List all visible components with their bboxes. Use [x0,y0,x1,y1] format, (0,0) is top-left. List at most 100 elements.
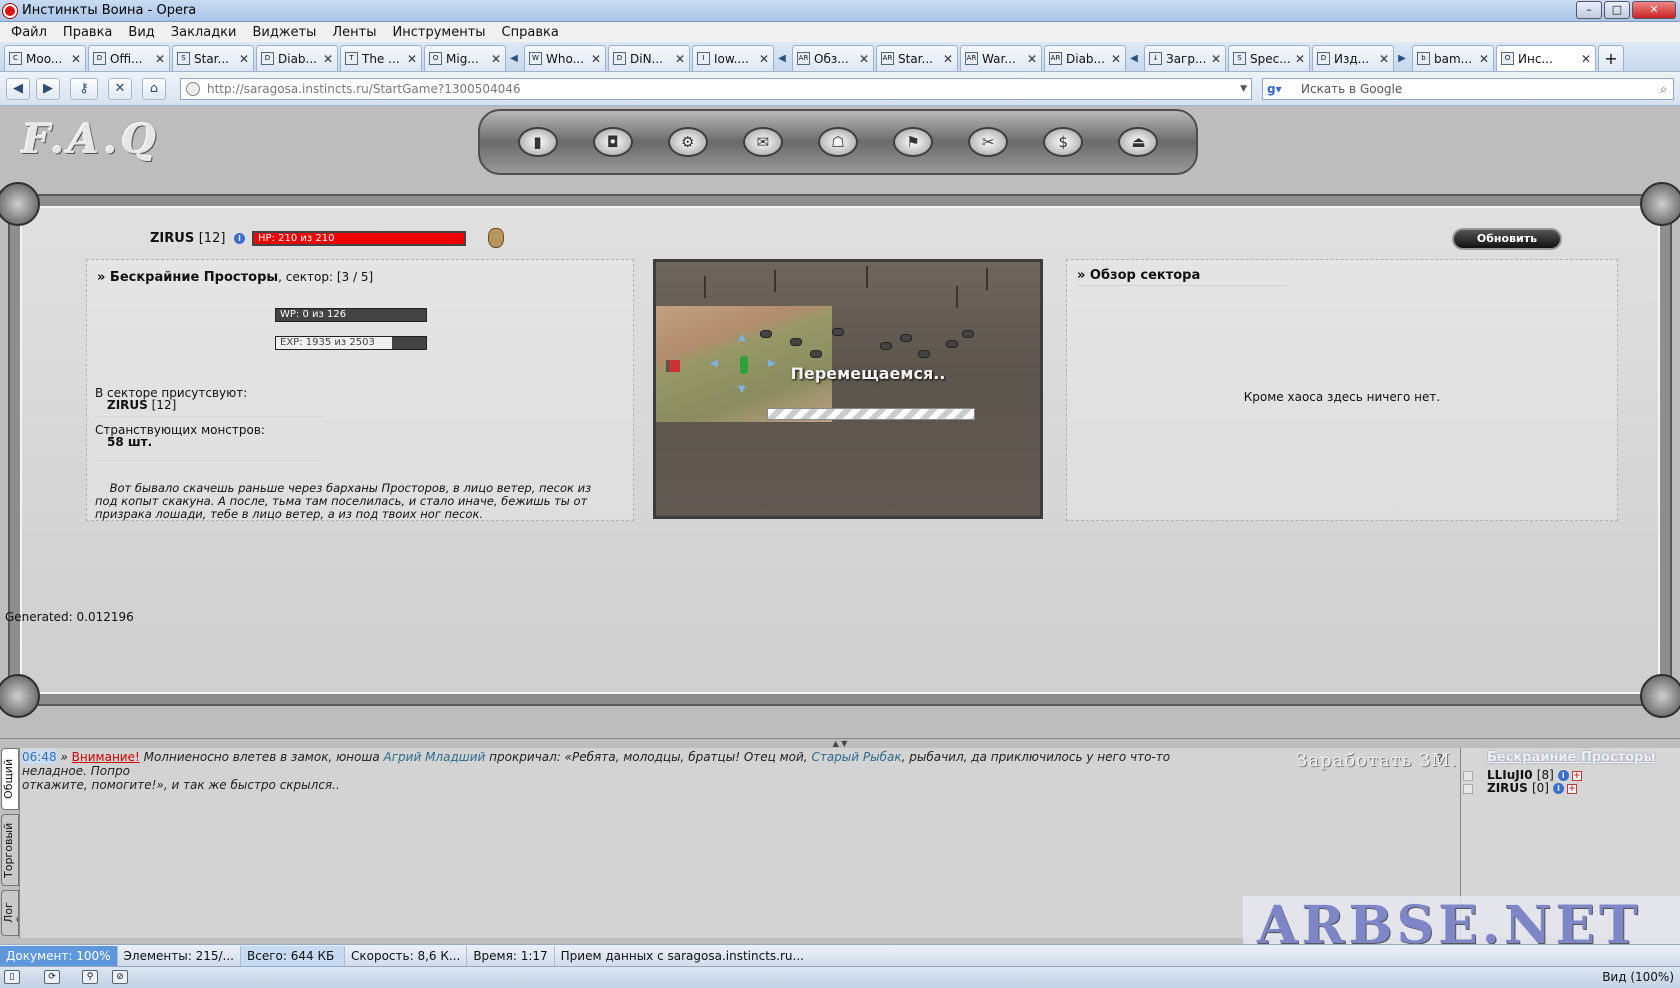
sector-map[interactable]: ▲ ▼ ◀ ▶ Перемещаемся.. [653,259,1043,519]
chat-resize-handle[interactable]: ▲ ▼ [0,738,1680,748]
maximize-button[interactable]: □ [1604,1,1630,19]
user-expand-icon[interactable] [1463,783,1473,794]
panel-toggle-icon[interactable]: ▯ [4,970,20,984]
browser-tab[interactable]: C Moo... ✕ [4,45,86,71]
tab-chat-trade[interactable]: Торговый [1,814,19,886]
plus-icon[interactable]: + [1566,783,1577,794]
map-icon[interactable]: ☖ [817,127,858,157]
close-tab-icon[interactable]: ✕ [1581,52,1591,66]
clan-icon[interactable]: ⚑ [893,127,934,157]
user-row[interactable]: ZIRUS [0] i + [1463,781,1577,795]
tab-group-toggle-icon[interactable]: ◀ [508,45,520,71]
tab-chat-battle-log[interactable]: Лог боя [1,890,19,936]
chat-time[interactable]: 06:48 [22,750,57,764]
home-button[interactable]: ⌂ [142,78,166,100]
browser-tab[interactable]: I Iow.... ✕ [692,45,774,71]
stop-button[interactable]: ✕ [108,78,132,100]
browser-tab[interactable]: D Diab... ✕ [256,45,338,71]
arrow-down-icon[interactable]: ▼ [738,384,746,395]
google-icon[interactable]: g▾ [1267,82,1283,96]
browser-tab[interactable]: D Изд... ✕ [1312,45,1394,71]
sync-icon[interactable]: ⟳ [44,970,60,984]
present-player[interactable]: ZIRUS [12] [107,399,176,412]
turbo-icon[interactable]: ⊘ [112,970,128,984]
chat-warning-link[interactable]: Внимание! [72,750,140,764]
tab-group-toggle-icon[interactable]: ◀ [1128,45,1140,71]
player-name[interactable]: ZIRUS [12] i [150,231,245,246]
arrow-up-icon[interactable]: ▲ [738,332,746,343]
close-window-button[interactable]: ✕ [1632,1,1676,19]
close-tab-icon[interactable]: ✕ [859,52,869,66]
tab-chat-general[interactable]: Общий [1,748,19,810]
close-tab-icon[interactable]: ✕ [675,52,685,66]
menu-help[interactable]: Справка [502,25,559,40]
money-bag-icon[interactable] [488,228,504,248]
users-location-link[interactable]: Бескрайние Просторы [1487,750,1655,765]
user-expand-icon[interactable] [1463,770,1473,781]
tools-icon[interactable]: ✂ [968,127,1009,157]
close-tab-icon[interactable]: ✕ [1111,52,1121,66]
browser-tab[interactable]: AR Star... ✕ [876,45,958,71]
close-tab-icon[interactable]: ✕ [1379,52,1389,66]
npc-name[interactable]: Старый Рыбак [811,750,901,764]
new-tab-button[interactable]: + [1598,45,1624,71]
close-tab-icon[interactable]: ✕ [1211,52,1221,66]
earn-gold-link[interactable]: Заработать ЗМ. [1296,750,1457,771]
refresh-button[interactable]: Обновить [1452,228,1562,250]
browser-tab[interactable]: b bam... ✕ [1412,45,1494,71]
unite-icon[interactable]: ⚲ [82,970,98,984]
browser-tab[interactable]: D Offi... ✕ [88,45,170,71]
menu-edit[interactable]: Правка [63,25,112,40]
browser-tab-active[interactable]: O Инс... ✕ [1496,45,1596,71]
gear-icon[interactable]: ⚙ [667,127,708,157]
close-tab-icon[interactable]: ✕ [491,52,501,66]
close-tab-icon[interactable]: ✕ [1295,52,1305,66]
menu-view[interactable]: Вид [128,25,154,40]
close-tab-icon[interactable]: ✕ [1027,52,1037,66]
browser-tab[interactable]: AR Diab... ✕ [1044,45,1126,71]
npc-name[interactable]: Агрий Младший [384,750,486,764]
faq-logo[interactable]: F.A.Q [22,116,160,163]
forward-button[interactable]: ▶ [36,78,60,100]
menu-widgets[interactable]: Виджеты [252,25,316,40]
wand-icon[interactable]: ⚷ [70,78,98,100]
zoom-level[interactable]: Вид (100%) [1602,970,1674,984]
info-icon[interactable]: i [1557,770,1569,781]
browser-tab[interactable]: T The ... ✕ [340,45,422,71]
browser-tab[interactable]: S Star... ✕ [172,45,254,71]
search-input[interactable]: g▾ Искать в Google ⌕ [1262,78,1674,100]
mail-icon[interactable]: ✉ [742,127,783,157]
close-tab-icon[interactable]: ✕ [155,52,165,66]
chevron-down-icon[interactable]: ▼ [1240,79,1247,99]
user-row[interactable]: LLIuJI0 [8] i + [1463,768,1582,782]
close-tab-icon[interactable]: ✕ [323,52,333,66]
money-icon[interactable]: $ [1043,127,1084,157]
close-tab-icon[interactable]: ✕ [407,52,417,66]
info-icon[interactable]: i [233,233,245,244]
menu-bookmarks[interactable]: Закладки [171,25,237,40]
close-tab-icon[interactable]: ✕ [591,52,601,66]
browser-tab[interactable]: S Spec... ✕ [1228,45,1310,71]
plus-icon[interactable]: + [1571,770,1582,781]
browser-tab[interactable]: ↓ Загр... ✕ [1144,45,1226,71]
close-tab-icon[interactable]: ✕ [239,52,249,66]
close-tab-icon[interactable]: ✕ [759,52,769,66]
menu-file[interactable]: Файл [11,25,47,40]
browser-tab[interactable]: AR Обз... ✕ [792,45,874,71]
help-icon[interactable]: ? [1437,752,1443,765]
close-tab-icon[interactable]: ✕ [71,52,81,66]
browser-tab[interactable]: AR War... ✕ [960,45,1042,71]
browser-tab[interactable]: O Mig... ✕ [424,45,506,71]
browser-tab[interactable]: D DiN... ✕ [608,45,690,71]
address-bar[interactable]: http://saragosa.instincts.ru/StartGame?1… [180,78,1252,100]
stats-icon[interactable]: ▮ [517,127,558,157]
tab-group-toggle-icon[interactable]: ▶ [1396,45,1408,71]
close-tab-icon[interactable]: ✕ [1479,52,1489,66]
minimize-button[interactable]: – [1576,1,1602,19]
browser-tab[interactable]: W Who... ✕ [524,45,606,71]
close-tab-icon[interactable]: ✕ [943,52,953,66]
tab-group-toggle-icon[interactable]: ◀ [776,45,788,71]
search-icon[interactable]: ⌕ [1660,79,1667,99]
exit-icon[interactable]: ⏏ [1118,127,1159,157]
menu-tools[interactable]: Инструменты [393,25,486,40]
